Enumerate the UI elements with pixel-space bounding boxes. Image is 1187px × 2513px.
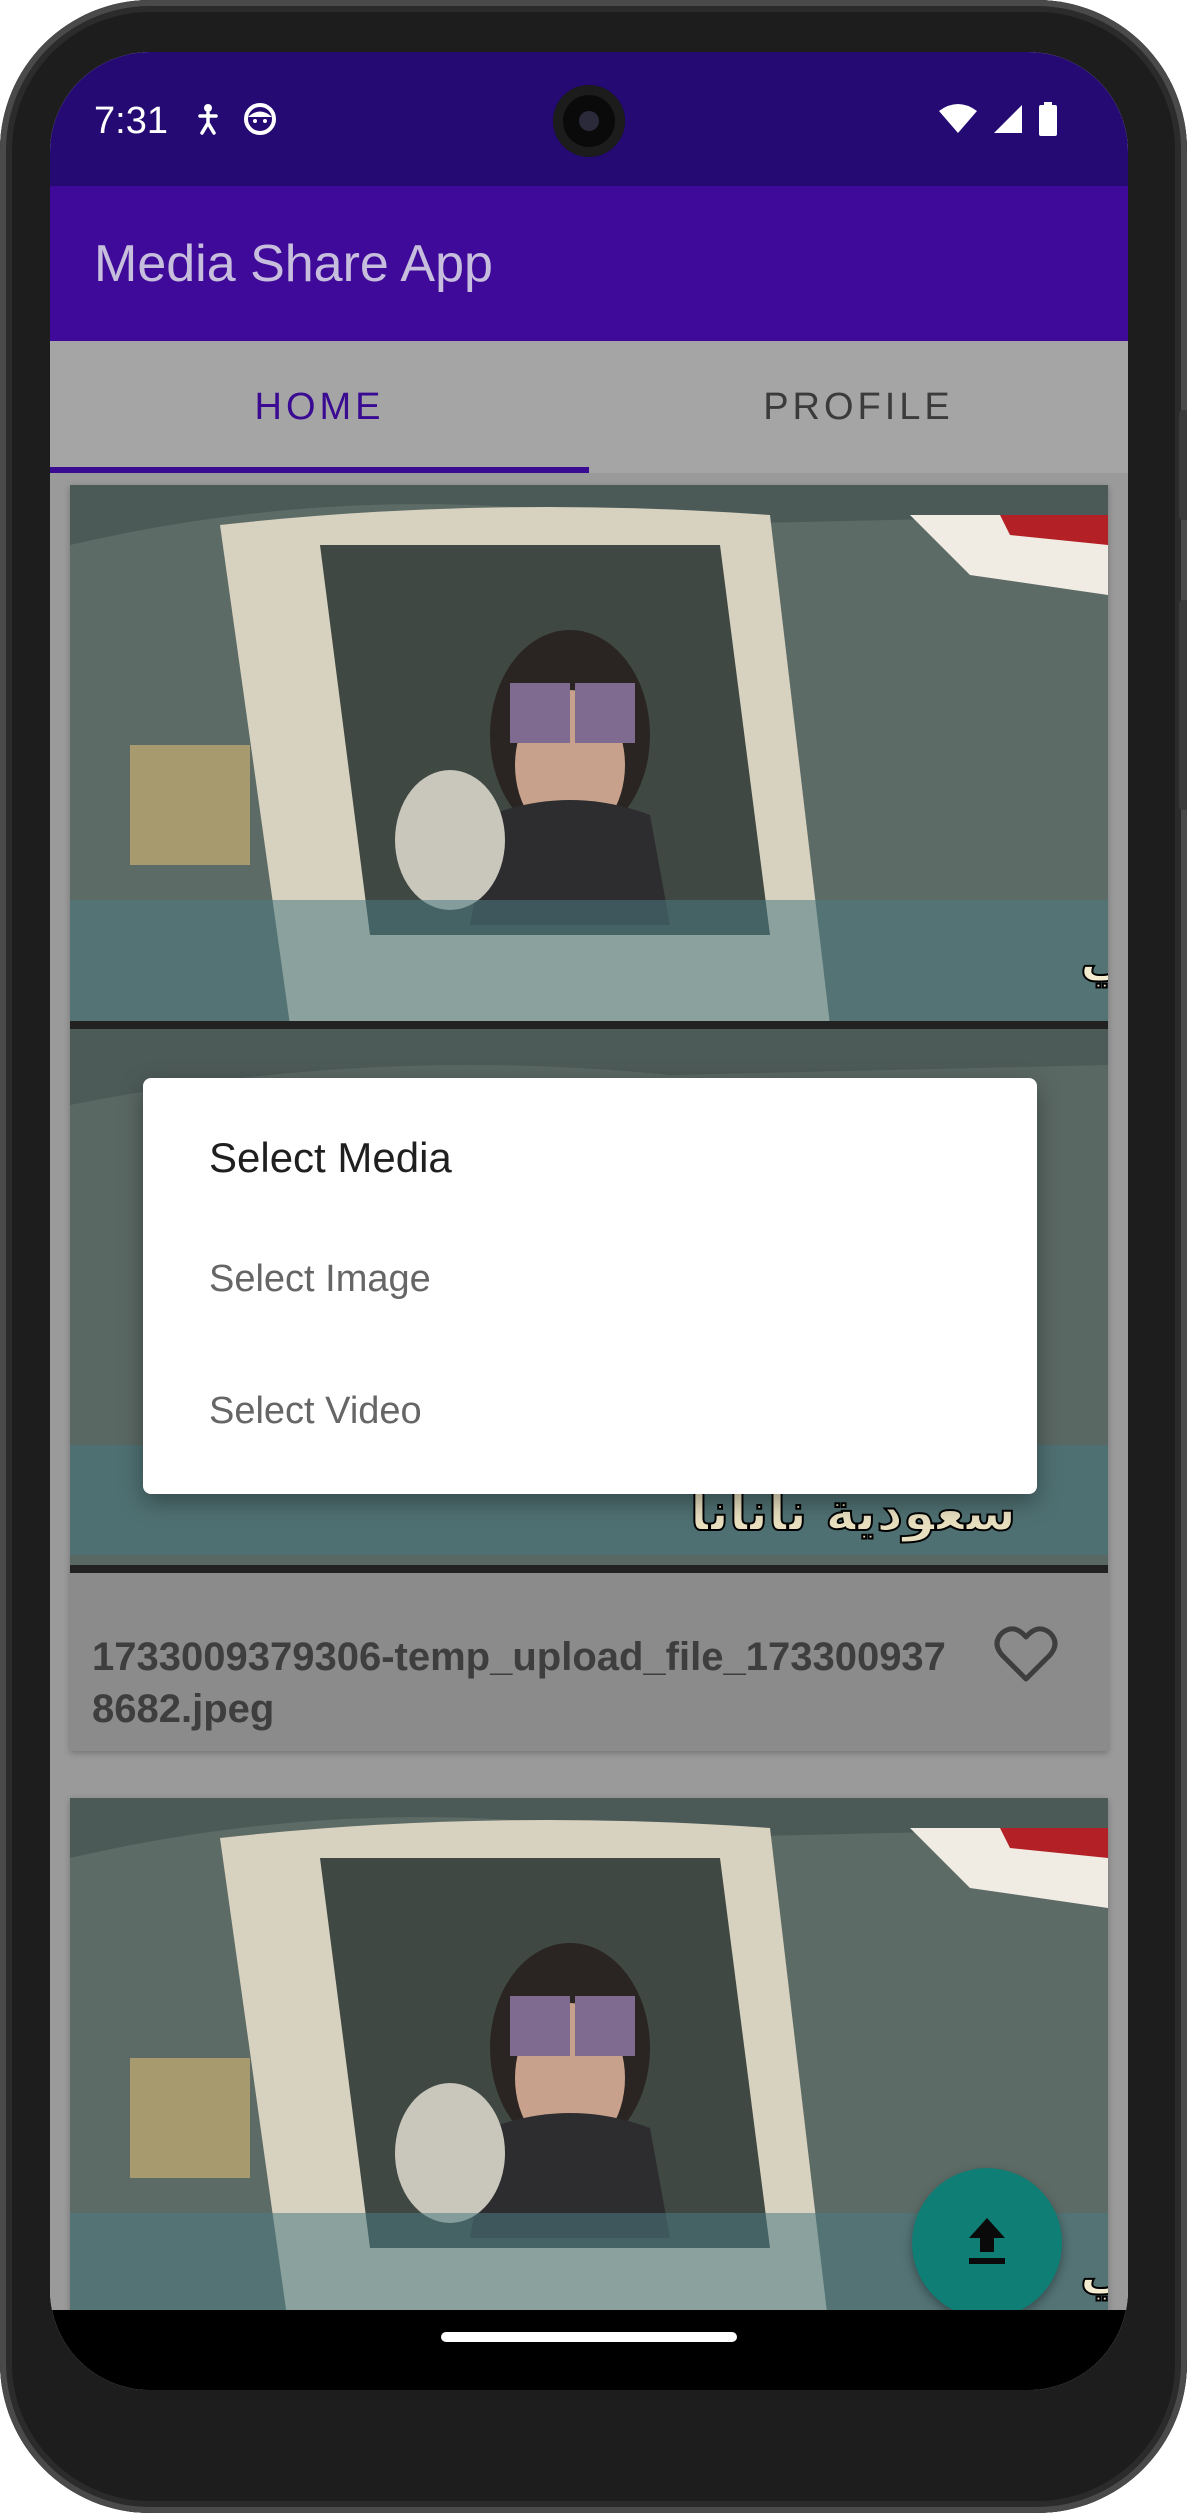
gesture-nav-bar [50,2310,1128,2390]
screen: 7:31 Media Share App HOME PROFILE سعودية… [50,52,1128,2390]
volume-button [1179,600,1187,810]
dialog-title: Select Media [209,1134,452,1181]
select-media-dialog: Select Media Select Image Select Video [143,1078,1037,1494]
select-video-option[interactable]: Select Video [209,1390,969,1433]
device-frame: 7:31 Media Share App HOME PROFILE سعودية… [0,0,1187,2513]
home-gesture-handle[interactable] [441,2332,737,2342]
power-button [1179,410,1187,520]
select-image-option[interactable]: Select Image [209,1258,969,1301]
